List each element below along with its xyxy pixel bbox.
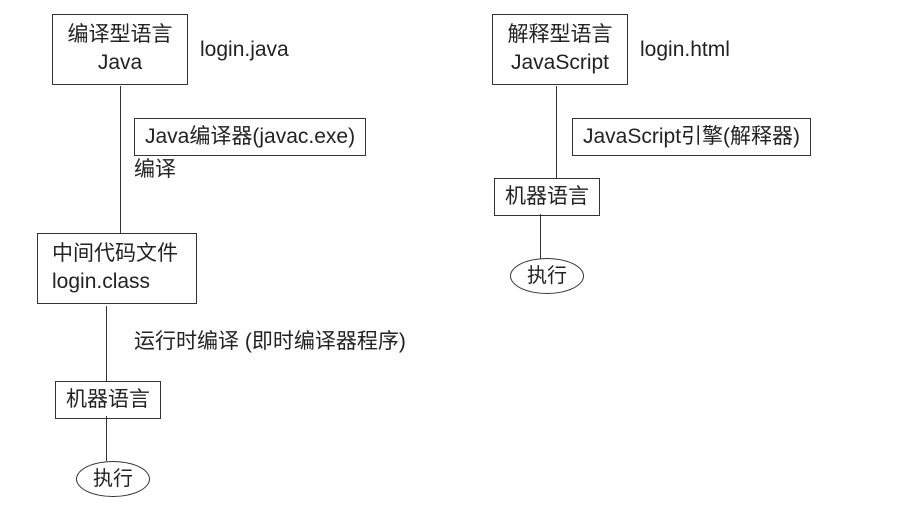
left-line-3 xyxy=(106,416,107,461)
left-intermediate-line1: 中间代码文件 xyxy=(52,240,182,268)
left-line-1 xyxy=(120,86,121,233)
left-machine-box: 机器语言 xyxy=(55,381,161,419)
left-line-2 xyxy=(106,306,107,381)
right-source-box: 解释型语言 JavaScript xyxy=(492,14,628,85)
right-source-file-label: login.html xyxy=(640,36,730,64)
left-source-box: 编译型语言 Java xyxy=(52,14,188,85)
left-source-file-label: login.java xyxy=(200,36,289,64)
left-source-line1: 编译型语言 xyxy=(65,21,175,49)
left-compile-label: 编译 xyxy=(134,156,176,184)
left-compiler-box: Java编译器(javac.exe) xyxy=(134,118,366,156)
right-line-1 xyxy=(556,86,557,178)
right-engine-box: JavaScript引擎(解释器) xyxy=(572,118,811,156)
left-intermediate-line2: login.class xyxy=(52,268,182,296)
diagram-compiled-vs-interpreted: 编译型语言 Java login.java Java编译器(javac.exe)… xyxy=(0,0,900,512)
left-source-line2: Java xyxy=(65,49,175,77)
left-execute-oval: 执行 xyxy=(76,461,150,497)
right-source-line2: JavaScript xyxy=(505,49,615,77)
right-line-2 xyxy=(540,214,541,259)
right-source-line1: 解释型语言 xyxy=(505,21,615,49)
left-intermediate-box: 中间代码文件 login.class xyxy=(37,233,197,304)
right-execute-oval: 执行 xyxy=(510,258,584,294)
right-machine-box: 机器语言 xyxy=(494,178,600,216)
left-jit-label: 运行时编译 (即时编译器程序) xyxy=(134,328,406,356)
